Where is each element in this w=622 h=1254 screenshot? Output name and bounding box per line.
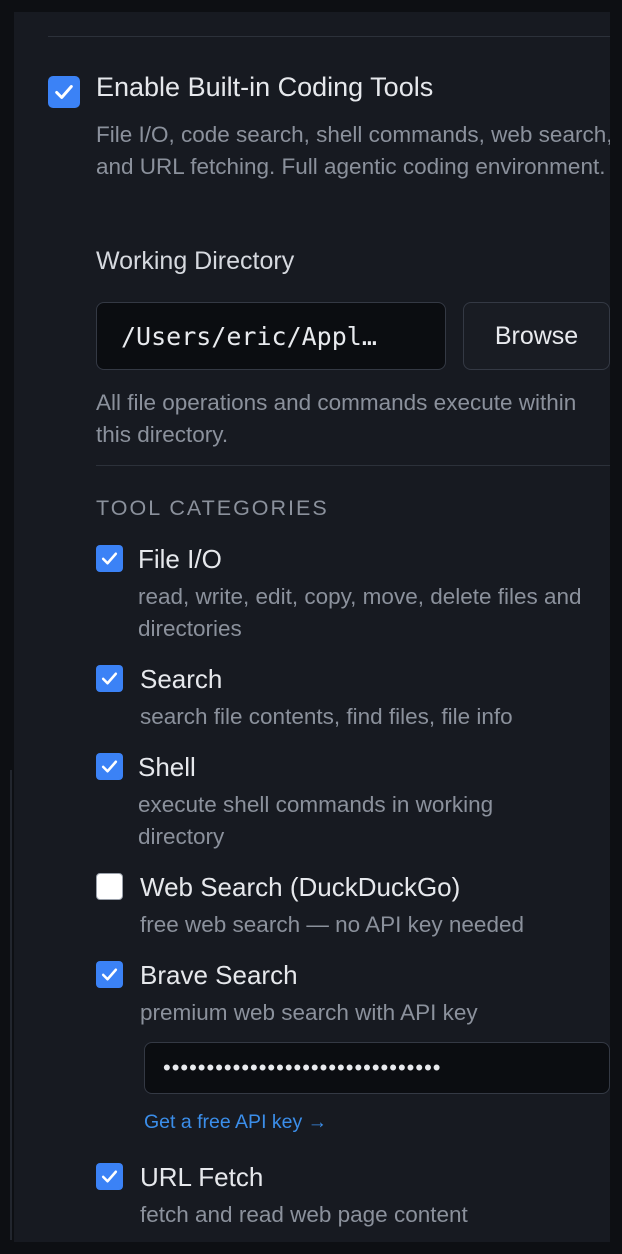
tool-url-fetch-checkbox[interactable]: [96, 1163, 123, 1190]
section-divider: [48, 36, 610, 37]
window-edge: [10, 770, 12, 1240]
enable-tools-label[interactable]: Enable Built-in Coding Tools: [96, 72, 433, 103]
tool-search-checkbox[interactable]: [96, 665, 123, 692]
tool-file-io-description: read, write, edit, copy, move, delete fi…: [138, 584, 582, 641]
tool-file-io-checkbox[interactable]: [96, 545, 123, 572]
checkmark-icon: [101, 760, 118, 773]
coding-tools-settings-panel: Enable Built-in Coding Tools File I/O, c…: [14, 12, 610, 1242]
tool-url-fetch-description: fetch and read web page content: [140, 1202, 468, 1227]
working-directory-input[interactable]: /Users/eric/Appl…: [96, 302, 446, 370]
section-divider: [96, 465, 610, 466]
tool-web-search-label[interactable]: Web Search (DuckDuckGo): [140, 872, 460, 903]
enable-tools-checkbox[interactable]: [48, 76, 80, 108]
tool-shell-description: execute shell commands in working direct…: [138, 792, 494, 849]
checkmark-icon: [101, 672, 118, 685]
checkmark-icon: [55, 85, 73, 99]
checkmark-icon: [101, 552, 118, 565]
brave-api-key-input[interactable]: ••••••••••••••••••••••••••••••••: [144, 1042, 610, 1094]
tool-brave-search-description: premium web search with API key: [140, 1000, 478, 1025]
tool-search-description: search file contents, find files, file i…: [140, 704, 513, 729]
enable-tools-description: File I/O, code search, shell commands, w…: [96, 122, 610, 179]
browse-button[interactable]: Browse: [463, 302, 610, 370]
checkmark-icon: [101, 968, 118, 981]
tool-web-search-description: free web search — no API key needed: [140, 912, 524, 937]
tool-url-fetch-label[interactable]: URL Fetch: [140, 1162, 263, 1193]
tool-brave-search-label[interactable]: Brave Search: [140, 960, 298, 991]
tool-file-io-label[interactable]: File I/O: [138, 544, 222, 575]
tool-brave-search-checkbox[interactable]: [96, 961, 123, 988]
working-directory-label: Working Directory: [96, 247, 295, 275]
working-directory-help: All file operations and commands execute…: [96, 390, 577, 447]
tool-search-label[interactable]: Search: [140, 664, 222, 695]
tool-shell-checkbox[interactable]: [96, 753, 123, 780]
checkmark-icon: [101, 1170, 118, 1183]
tool-web-search-checkbox[interactable]: [96, 873, 123, 900]
tool-categories-heading: TOOL CATEGORIES: [96, 496, 329, 520]
get-api-key-link[interactable]: Get a free API key →: [144, 1111, 327, 1134]
tool-shell-label[interactable]: Shell: [138, 752, 196, 783]
